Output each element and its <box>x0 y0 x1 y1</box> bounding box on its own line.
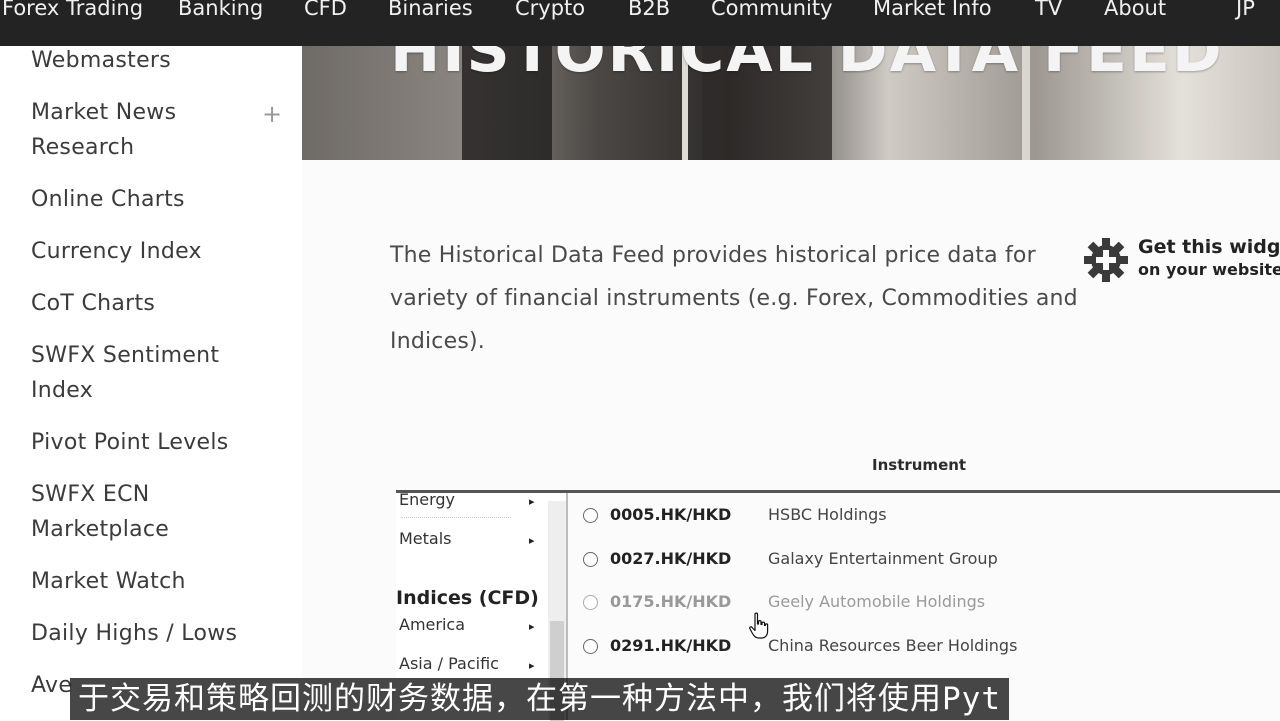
instrument-row[interactable]: 0175.HK/HKD Geely Automobile Holdings <box>580 589 1280 619</box>
arrow-right-icon: ▸ <box>529 495 535 508</box>
sidebar-item-market-news[interactable]: Market News Research <box>31 95 271 165</box>
category-label: America <box>399 615 465 634</box>
nav-forex-trading[interactable]: Forex Trading <box>2 0 143 20</box>
sidebar-item-currency-index[interactable]: Currency Index <box>31 234 271 269</box>
nav-cfd[interactable]: CFD <box>304 0 347 20</box>
instrument-row[interactable]: 0027.HK/HKD Galaxy Entertainment Group <box>580 546 1280 576</box>
instrument-row[interactable]: 0005.HK/HKD HSBC Holdings <box>580 502 1280 532</box>
sidebar-item-cot-charts[interactable]: CoT Charts <box>31 286 271 321</box>
arrow-right-icon: ▸ <box>529 534 535 547</box>
nav-b2b[interactable]: B2B <box>628 0 670 20</box>
sidebar-item-webmasters[interactable]: Webmasters <box>31 43 271 78</box>
nav-crypto[interactable]: Crypto <box>515 0 585 20</box>
widget-title: Get this widg <box>1138 236 1280 258</box>
divider <box>401 517 511 518</box>
category-america[interactable]: America <box>399 615 539 634</box>
instrument-row[interactable]: 0291.HK/HKD China Resources Beer Holding… <box>580 633 1280 663</box>
expand-plus-icon[interactable]: + <box>262 100 282 128</box>
radio-button[interactable] <box>583 595 598 610</box>
top-navigation-bar: Forex Trading Banking CFD Binaries Crypt… <box>0 0 1280 46</box>
instrument-name: Galaxy Entertainment Group <box>768 549 998 568</box>
hand-pointer-icon <box>749 612 769 639</box>
category-energy[interactable]: Energy <box>399 490 539 509</box>
sidebar-item-daily-highs-lows[interactable]: Daily Highs / Lows <box>31 616 271 651</box>
intro-paragraph: The Historical Data Feed provides histor… <box>390 243 1078 354</box>
sidebar-item-online-charts[interactable]: Online Charts <box>31 182 271 217</box>
widget-subtitle: on your website <box>1138 260 1280 279</box>
instrument-code: 0291.HK/HKD <box>610 636 732 655</box>
instrument-code: 0005.HK/HKD <box>610 505 732 524</box>
category-label: Asia / Pacific <box>399 654 499 673</box>
category-asia-pacific[interactable]: Asia / Pacific <box>399 654 539 673</box>
instrument-column-header: Instrument <box>872 456 967 474</box>
arrow-right-icon: ▸ <box>529 659 535 672</box>
category-metals[interactable]: Metals <box>399 529 539 548</box>
gear-icon <box>1084 238 1128 282</box>
get-widget-link[interactable]: Get this widg on your website <box>1082 234 1280 284</box>
radio-button[interactable] <box>583 508 598 523</box>
instrument-name: China Resources Beer Holdings <box>768 636 1018 655</box>
nav-community[interactable]: Community <box>711 0 833 20</box>
page-title: HISTORICAL DATA FEED <box>390 46 1224 86</box>
nav-tv[interactable]: TV <box>1035 0 1062 20</box>
hero-banner: HISTORICAL DATA FEED <box>302 46 1280 160</box>
arrow-right-icon: ▸ <box>529 620 535 633</box>
instrument-code: 0175.HK/HKD <box>610 592 732 611</box>
sidebar: Webmasters Market News Research + Online… <box>0 46 302 720</box>
sidebar-item-swfx-ecn[interactable]: SWFX ECN Marketplace <box>31 477 271 547</box>
nav-banking[interactable]: Banking <box>178 0 263 20</box>
instrument-code: 0027.HK/HKD <box>610 549 732 568</box>
video-subtitle: 于交易和策略回测的财务数据，在第一种方法中，我们将使用Pyt <box>70 678 1009 720</box>
radio-button[interactable] <box>583 639 598 654</box>
nav-binaries[interactable]: Binaries <box>388 0 473 20</box>
category-label: Metals <box>399 529 452 548</box>
sidebar-item-swfx-sentiment[interactable]: SWFX Sentiment Index <box>31 338 271 408</box>
nav-market-info[interactable]: Market Info <box>873 0 992 20</box>
nav-language-jp[interactable]: JP <box>1236 0 1255 20</box>
nav-about[interactable]: About <box>1104 0 1166 20</box>
instrument-name: HSBC Holdings <box>768 505 887 524</box>
category-label: Energy <box>399 490 456 509</box>
main-content: The Historical Data Feed provides histor… <box>302 160 1280 721</box>
category-section-heading: Indices (CFD) <box>396 587 539 609</box>
sidebar-item-pivot-points[interactable]: Pivot Point Levels <box>31 425 271 460</box>
sidebar-item-market-watch[interactable]: Market Watch <box>31 564 271 599</box>
instrument-name: Geely Automobile Holdings <box>768 592 986 611</box>
radio-button[interactable] <box>583 552 598 567</box>
